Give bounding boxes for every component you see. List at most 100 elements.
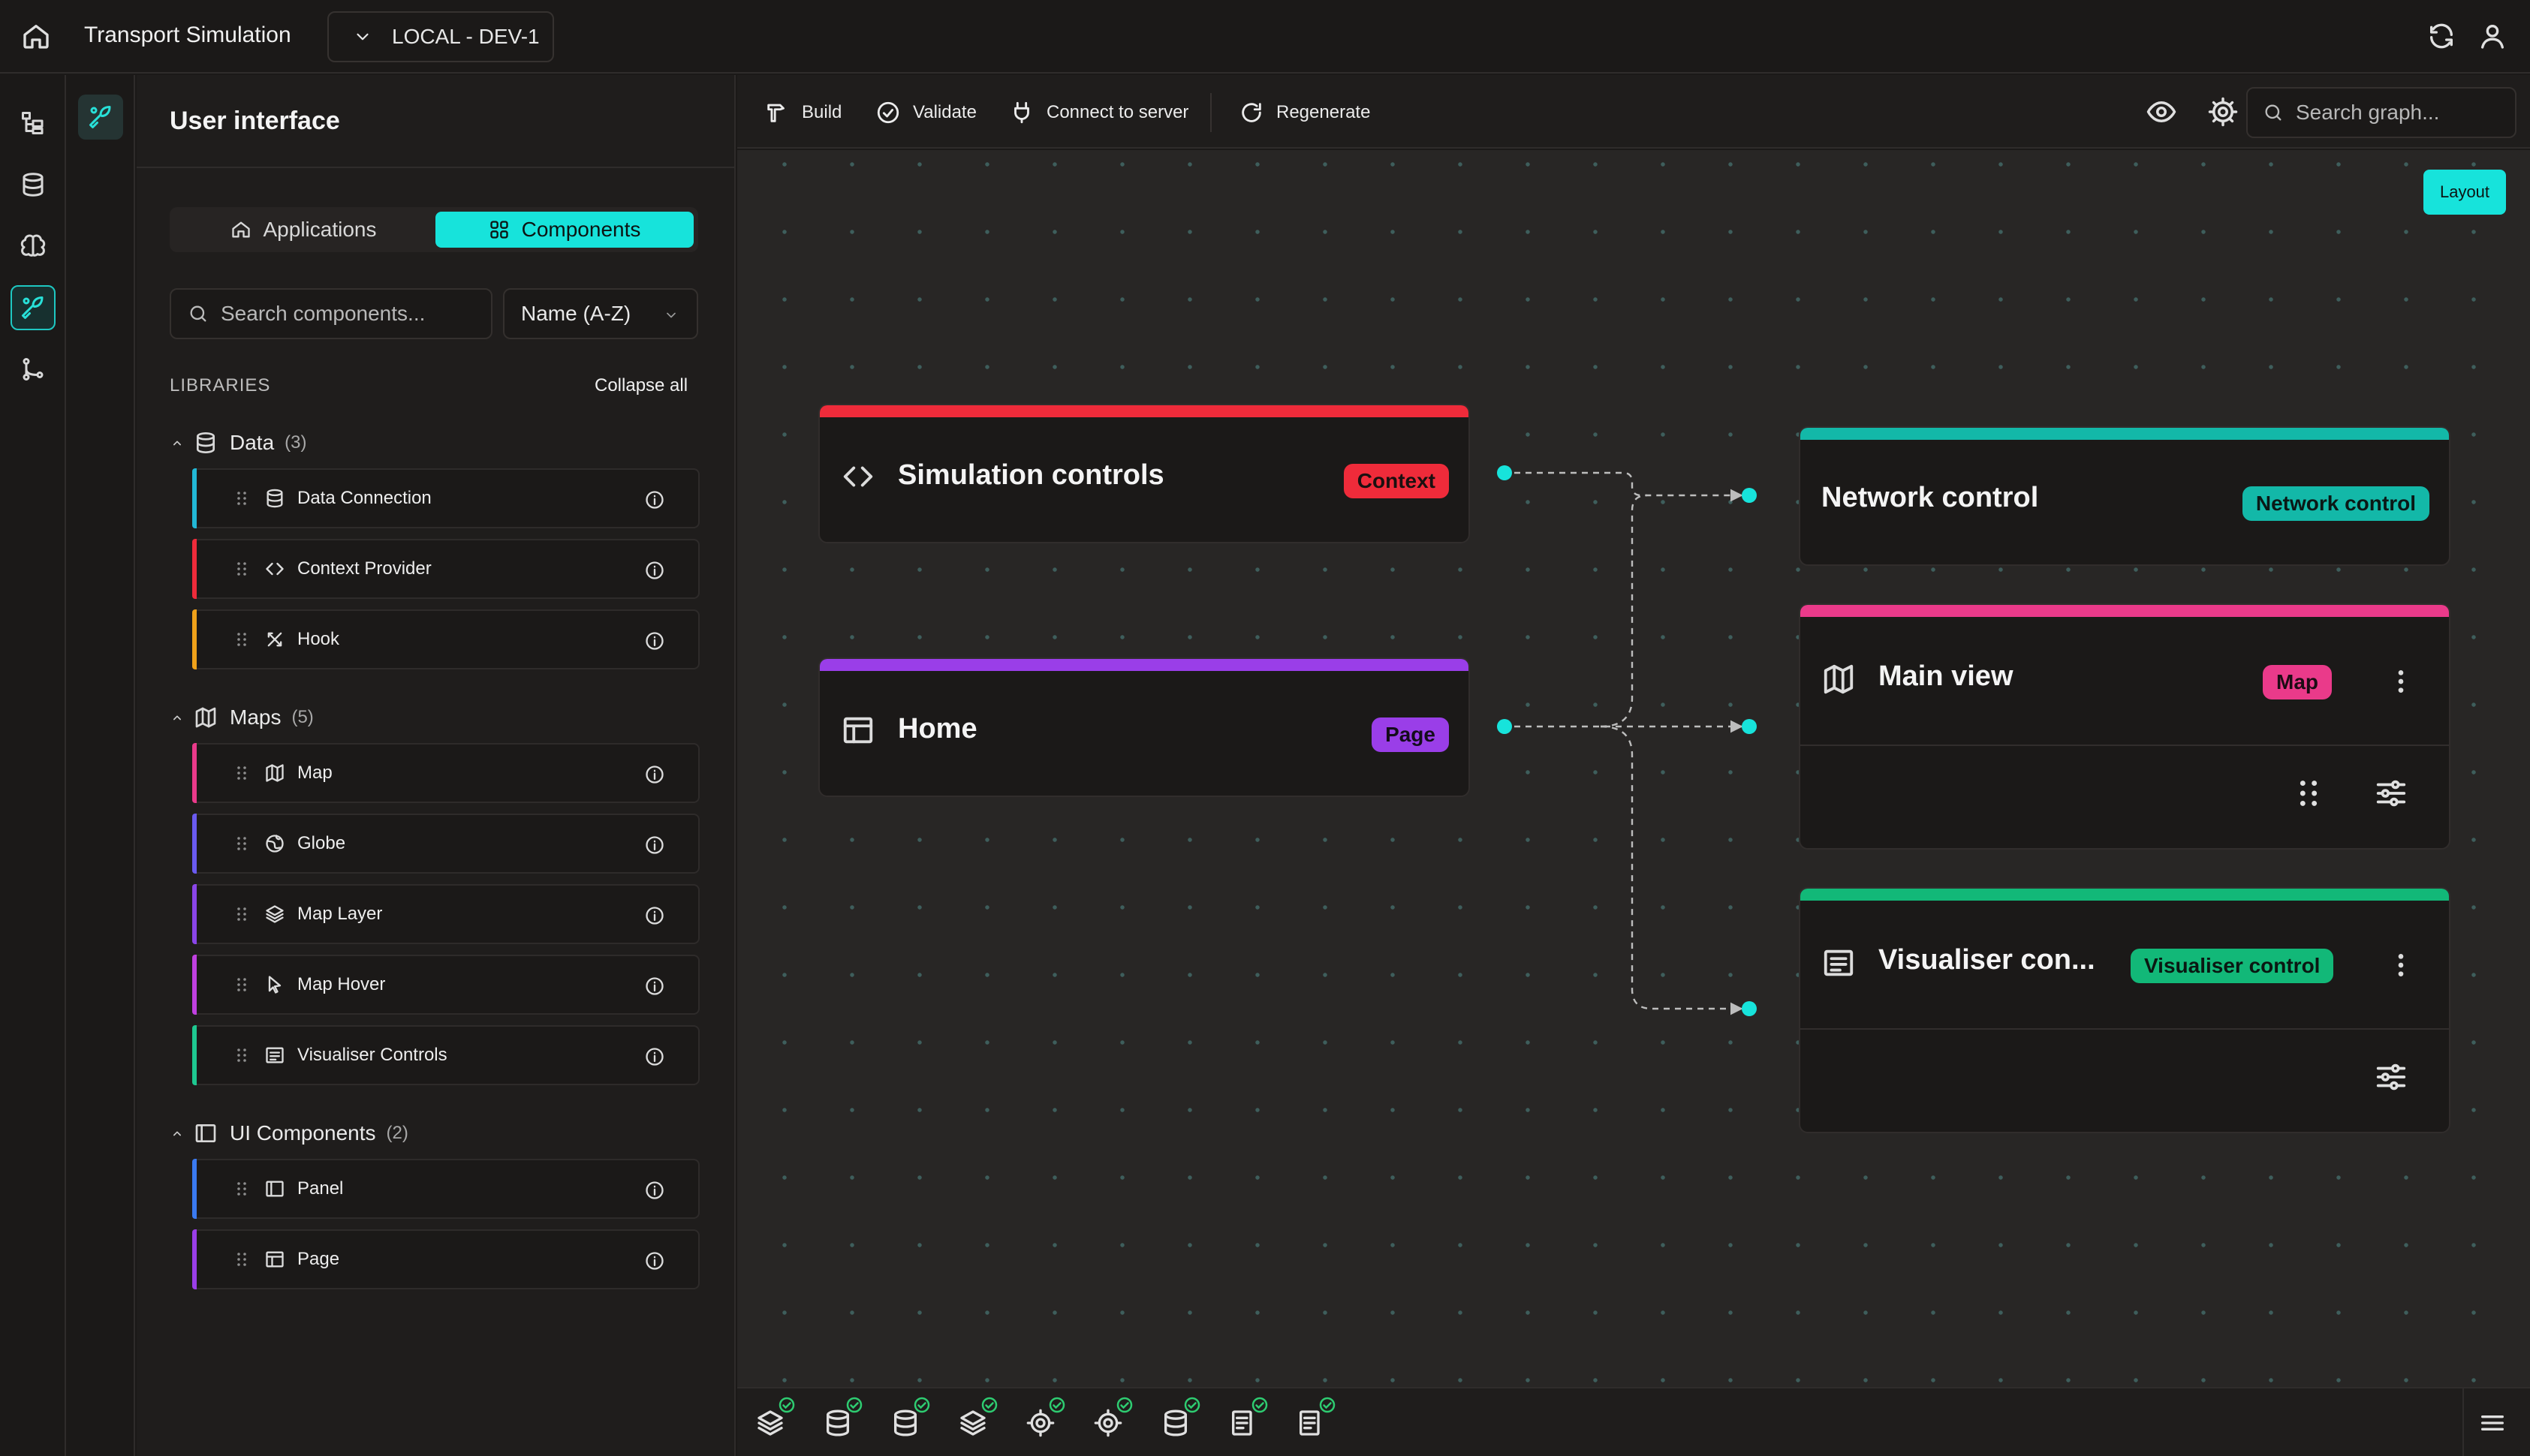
gear-icon[interactable] <box>2207 96 2239 128</box>
ui-builder-icon[interactable] <box>78 95 123 140</box>
color-bar <box>192 884 197 944</box>
component-map[interactable]: Map <box>192 743 700 803</box>
tab-components[interactable]: Components <box>435 212 694 248</box>
input-port[interactable] <box>1742 488 1757 503</box>
connect-server-button[interactable]: Connect to server <box>1009 98 1188 128</box>
branch-icon[interactable] <box>11 347 56 392</box>
validate-button[interactable]: Validate <box>875 98 977 128</box>
info-icon[interactable] <box>644 489 665 510</box>
drag-handle-icon[interactable] <box>233 764 251 782</box>
database-icon <box>197 432 215 453</box>
component-hook[interactable]: Hook <box>192 609 700 669</box>
tree-icon[interactable] <box>11 101 56 146</box>
component-label: Visualiser Controls <box>297 1045 447 1065</box>
output-port[interactable] <box>1497 465 1512 480</box>
group-ui-components[interactable]: UI Components (2) <box>170 1115 408 1151</box>
view-toggle: Applications Components <box>170 207 698 252</box>
info-icon[interactable] <box>644 835 665 856</box>
ui-builder-icon[interactable] <box>11 285 56 330</box>
component-visualiser-controls[interactable]: Visualiser Controls <box>192 1025 700 1085</box>
sliders-icon[interactable] <box>2374 776 2408 811</box>
gear-icon[interactable] <box>1026 1397 1065 1438</box>
group-data[interactable]: Data (3) <box>170 425 307 461</box>
tab-applications[interactable]: Applications <box>174 212 432 248</box>
sort-select[interactable]: Name (A-Z) <box>503 288 698 339</box>
info-icon[interactable] <box>644 764 665 785</box>
database-icon[interactable] <box>11 162 56 207</box>
build-button[interactable]: Build <box>764 98 842 128</box>
database-icon[interactable] <box>1161 1397 1200 1438</box>
component-data-connection[interactable]: Data Connection <box>192 468 700 528</box>
drag-handle-icon[interactable] <box>233 1046 251 1064</box>
color-bar <box>192 1229 197 1289</box>
layers-icon[interactable] <box>958 1397 998 1438</box>
graph-canvas[interactable]: Layout Simulation controls Context Home … <box>737 150 2530 1387</box>
drag-handle-icon[interactable] <box>233 1250 251 1268</box>
group-name: Maps <box>230 705 282 729</box>
node-title: Home <box>898 713 977 745</box>
input-port[interactable] <box>1742 1001 1757 1016</box>
eye-icon[interactable] <box>2146 96 2177 128</box>
info-icon[interactable] <box>644 976 665 997</box>
drag-handle-icon[interactable] <box>233 905 251 923</box>
layers-icon[interactable] <box>755 1397 795 1438</box>
drag-handle-icon[interactable] <box>233 630 251 648</box>
output-port[interactable] <box>1497 719 1512 734</box>
brain-icon[interactable] <box>11 224 56 269</box>
database-icon[interactable] <box>890 1397 930 1438</box>
layers-icon <box>266 905 284 923</box>
component-map-layer[interactable]: Map Layer <box>192 884 700 944</box>
component-page[interactable]: Page <box>192 1229 700 1289</box>
info-icon[interactable] <box>644 630 665 651</box>
kebab-menu-icon[interactable] <box>2386 666 2416 696</box>
sliders-icon[interactable] <box>2374 1060 2408 1094</box>
regenerate-button[interactable]: Regenerate <box>1239 98 1370 128</box>
node-network-control[interactable]: Network control Network control <box>1799 426 2450 566</box>
drag-handle-icon[interactable] <box>233 976 251 994</box>
drag-handle-icon[interactable] <box>233 489 251 507</box>
input-port[interactable] <box>1742 719 1757 734</box>
drag-handle-icon[interactable] <box>233 835 251 853</box>
kebab-menu-icon[interactable] <box>2386 950 2416 980</box>
user-icon[interactable] <box>2477 21 2507 51</box>
component-map-hover[interactable]: Map Hover <box>192 955 700 1015</box>
info-icon[interactable] <box>644 1046 665 1067</box>
drag-handle-icon[interactable] <box>233 560 251 578</box>
chevron-up-icon <box>173 715 181 720</box>
gear-icon[interactable] <box>1093 1397 1133 1438</box>
drag-handle-icon[interactable] <box>233 1180 251 1198</box>
search-graph-input[interactable] <box>2296 101 2513 125</box>
component-panel[interactable]: Panel <box>192 1159 700 1219</box>
group-maps[interactable]: Maps (5) <box>170 699 314 736</box>
panel-icon <box>266 1181 284 1197</box>
info-icon[interactable] <box>644 905 665 926</box>
node-visualiser-control[interactable]: Visualiser con... Visualiser control <box>1799 887 2450 1133</box>
collapse-all-button[interactable]: Collapse all <box>595 375 688 396</box>
node-simulation-controls[interactable]: Simulation controls Context <box>818 404 1470 543</box>
refresh-icon[interactable] <box>2426 21 2456 51</box>
node-main-view[interactable]: Main view Map <box>1799 603 2450 850</box>
home-icon[interactable] <box>21 21 51 51</box>
regenerate-label: Regenerate <box>1276 102 1371 122</box>
home-icon <box>231 221 250 238</box>
document-icon[interactable] <box>1228 1397 1268 1438</box>
color-bar <box>192 468 197 528</box>
environment-select[interactable]: LOCAL - DEV-1 <box>327 11 554 62</box>
component-globe[interactable]: Globe <box>192 814 700 874</box>
component-label: Map Hover <box>297 974 386 994</box>
search-components <box>170 288 492 339</box>
database-icon <box>267 489 283 508</box>
group-count: (2) <box>386 1123 408 1143</box>
page-icon <box>843 717 873 744</box>
chevron-up-icon <box>173 1131 181 1136</box>
drag-handle-icon[interactable] <box>2291 776 2326 811</box>
database-icon[interactable] <box>823 1397 863 1438</box>
component-context-provider[interactable]: Context Provider <box>192 539 700 599</box>
info-icon[interactable] <box>644 560 665 581</box>
document-icon[interactable] <box>1296 1397 1336 1438</box>
hamburger-menu-icon[interactable] <box>2477 1408 2507 1438</box>
info-icon[interactable] <box>644 1250 665 1271</box>
info-icon[interactable] <box>644 1180 665 1201</box>
search-components-input[interactable] <box>221 302 476 326</box>
node-home[interactable]: Home Page <box>818 657 1470 797</box>
